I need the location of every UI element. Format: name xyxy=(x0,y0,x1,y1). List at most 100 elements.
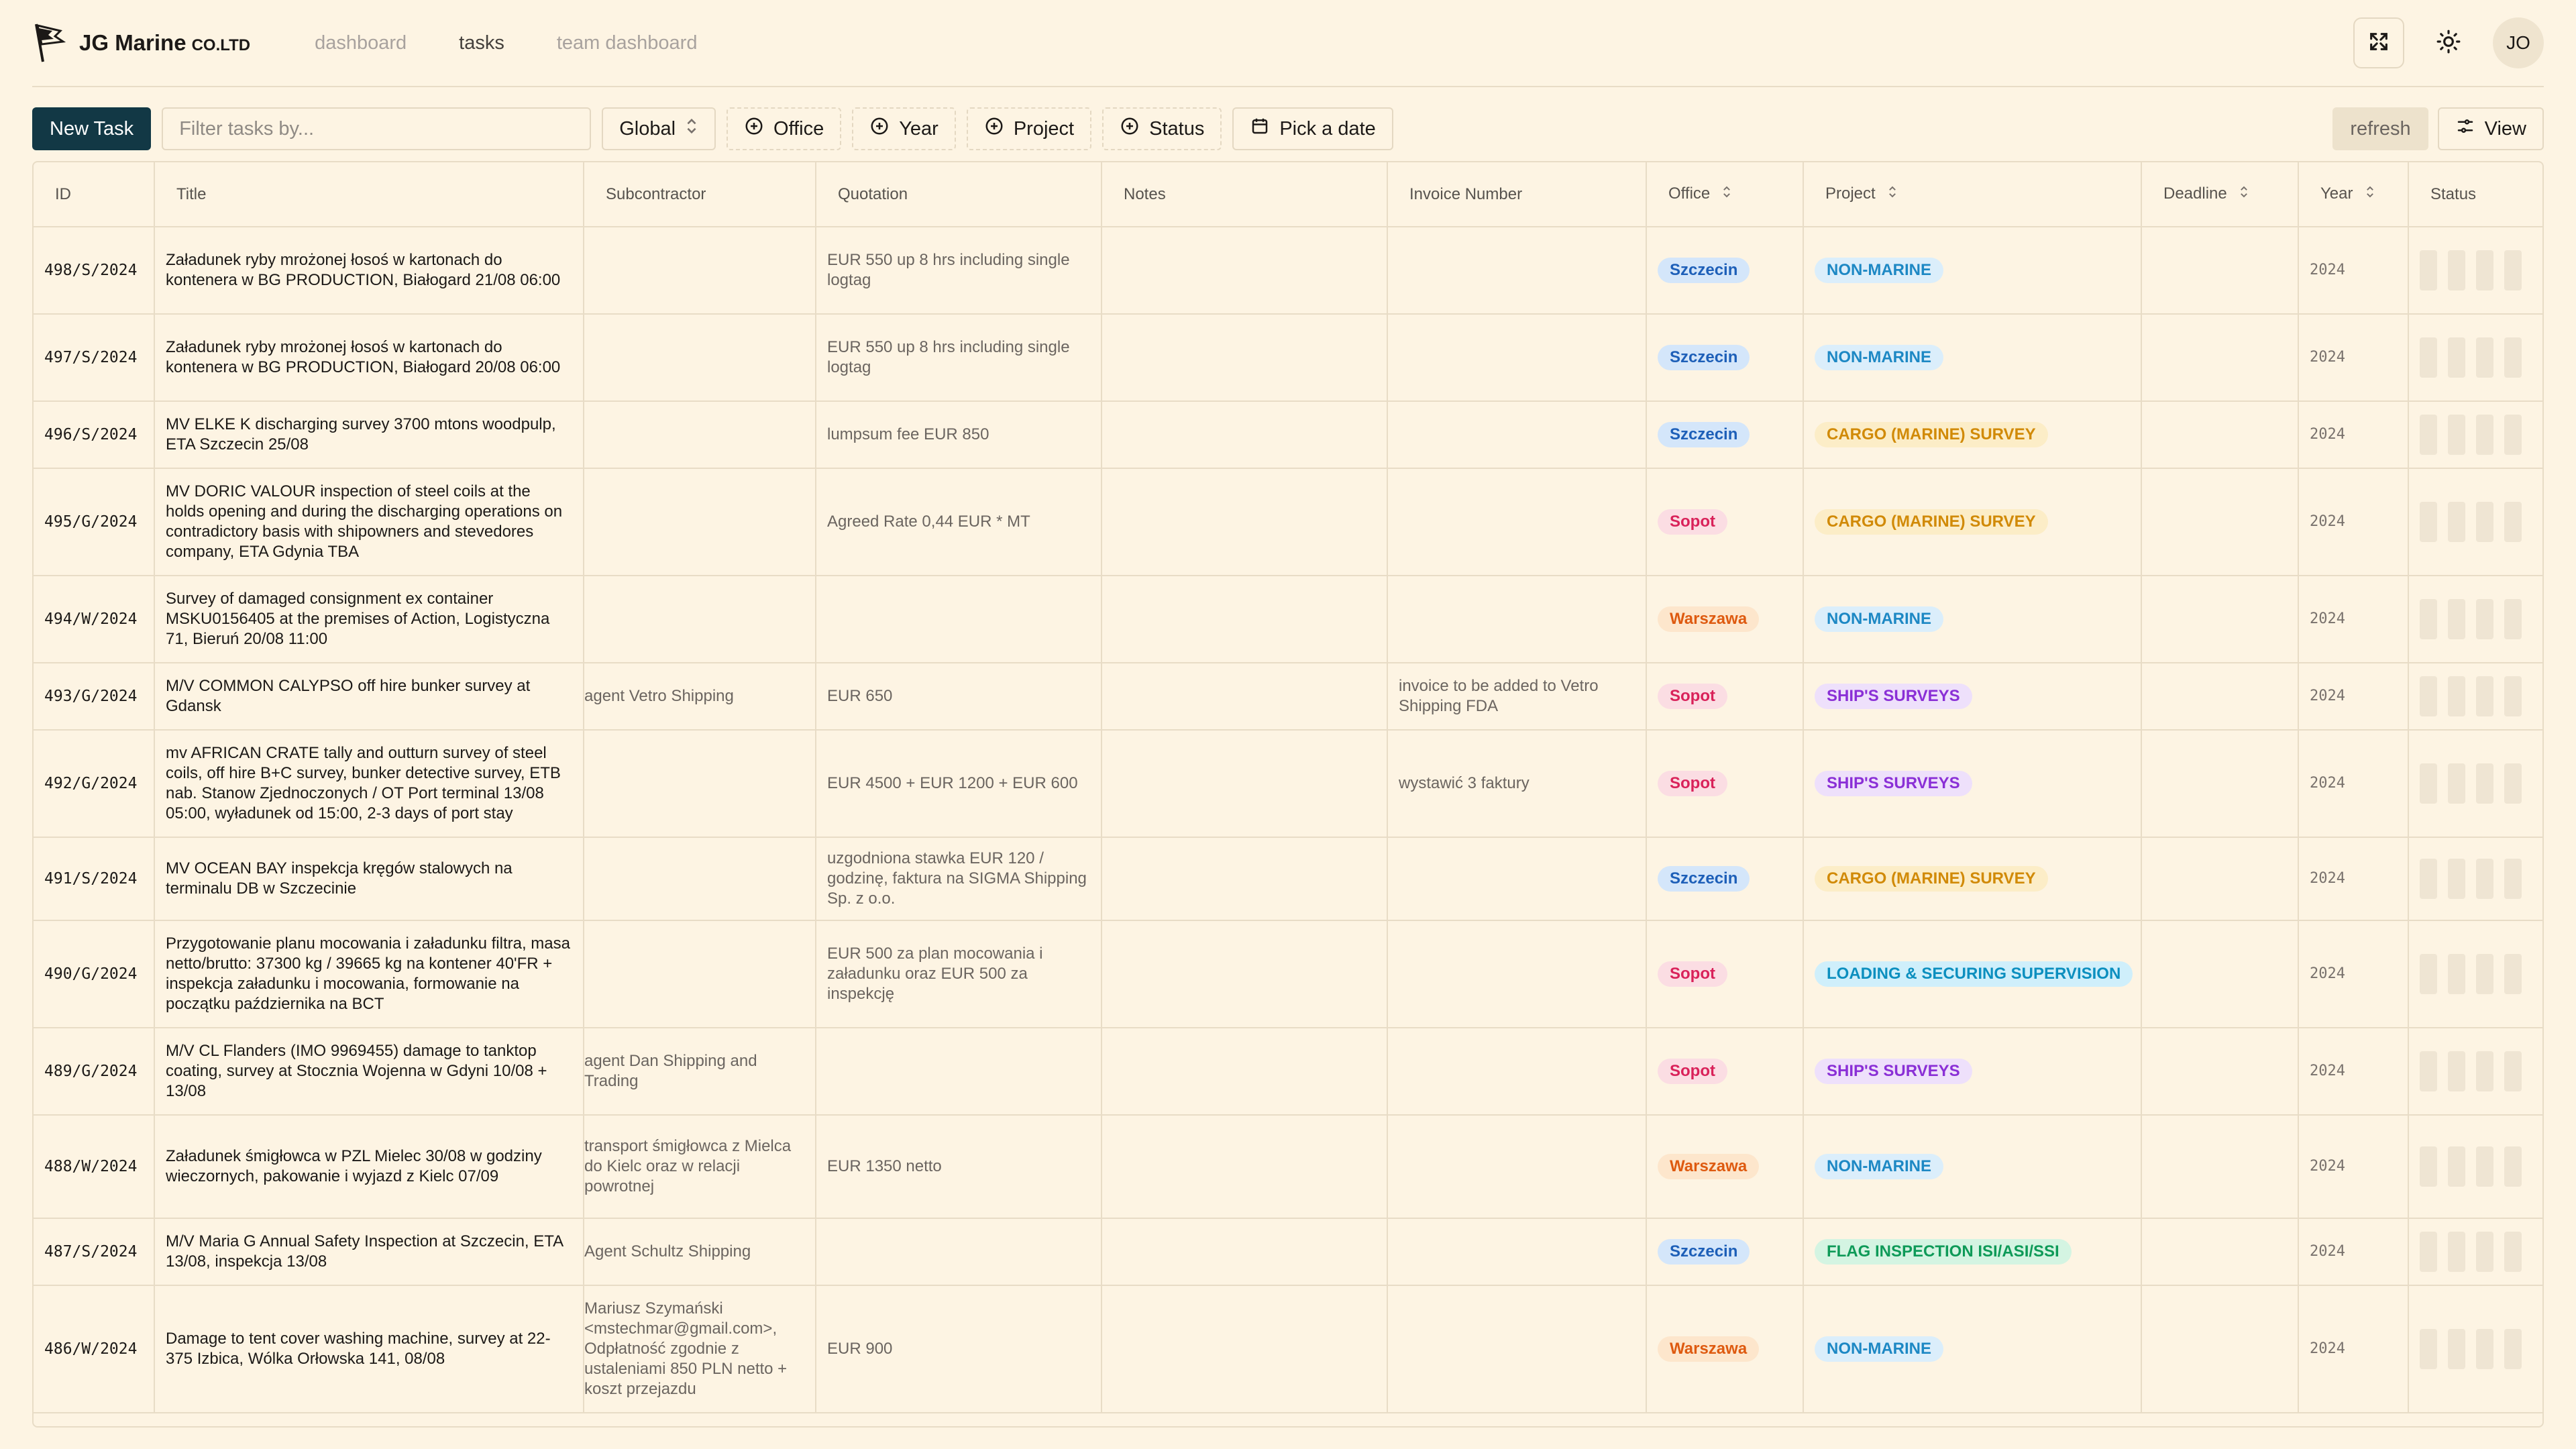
nav-tasks[interactable]: tasks xyxy=(459,32,504,54)
task-project-cell: LOADING & SECURING SUPERVISION xyxy=(1803,920,2142,1028)
task-id: 495/G/2024 xyxy=(34,468,155,576)
view-options-button[interactable]: View xyxy=(2437,107,2544,150)
office-badge: Warszawa xyxy=(1658,1154,1760,1179)
status-placeholder xyxy=(2420,1051,2533,1091)
status-placeholder xyxy=(2420,250,2533,290)
status-placeholder xyxy=(2420,763,2533,804)
task-deadline xyxy=(2141,1115,2299,1219)
task-status-cell xyxy=(2408,576,2542,663)
chevron-up-down-icon xyxy=(685,117,698,140)
table-row[interactable]: 497/S/2024 Załadunek ryby mrożonej łosoś … xyxy=(34,314,2542,402)
year-filter-label: Year xyxy=(899,117,938,140)
new-task-button[interactable]: New Task xyxy=(32,107,152,150)
task-year: 2024 xyxy=(2298,1285,2409,1413)
office-badge: Szczecin xyxy=(1658,345,1750,370)
project-filter-button[interactable]: Project xyxy=(966,107,1092,150)
task-status-cell xyxy=(2408,1028,2542,1116)
col-project[interactable]: Project xyxy=(1803,162,2142,227)
toolbar: New Task Global Office Year Project Stat… xyxy=(32,107,2544,150)
filter-input[interactable] xyxy=(162,107,592,150)
task-subcontractor: Agent Schultz Shipping xyxy=(584,1218,816,1286)
office-badge: Warszawa xyxy=(1658,606,1760,632)
avatar[interactable]: JO xyxy=(2493,17,2544,68)
theme-toggle-button[interactable] xyxy=(2423,17,2474,68)
task-status-cell xyxy=(2408,920,2542,1028)
task-subcontractor xyxy=(584,920,816,1028)
status-skeleton-block xyxy=(2476,415,2493,455)
date-picker-button[interactable]: Pick a date xyxy=(1232,107,1393,150)
task-notes xyxy=(1102,314,1388,402)
office-filter-button[interactable]: Office xyxy=(727,107,842,150)
task-quotation xyxy=(816,1218,1102,1286)
status-placeholder xyxy=(2420,337,2533,378)
task-office-cell: Sopot xyxy=(1646,920,1804,1028)
col-title: Title xyxy=(154,162,584,227)
task-id: 491/S/2024 xyxy=(34,837,155,921)
task-status-cell xyxy=(2408,314,2542,402)
nav-team-dashboard[interactable]: team dashboard xyxy=(557,32,698,54)
task-notes xyxy=(1102,576,1388,663)
table-row[interactable]: 498/S/2024 Załadunek ryby mrożonej łosoś … xyxy=(34,227,2542,315)
task-id: 488/W/2024 xyxy=(34,1115,155,1219)
logo[interactable]: JG Marine CO.LTD xyxy=(32,21,250,64)
year-filter-button[interactable]: Year xyxy=(852,107,956,150)
task-quotation: EUR 550 up 8 hrs including single logtag xyxy=(816,227,1102,315)
table-row[interactable]: 496/S/2024 MV ELKE K discharging survey 3… xyxy=(34,401,2542,469)
task-deadline xyxy=(2141,920,2299,1028)
task-title: Damage to tent cover washing machine, su… xyxy=(154,1285,584,1413)
task-subcontractor: agent Vetro Shipping xyxy=(584,663,816,731)
task-notes xyxy=(1102,730,1388,838)
task-subcontractor xyxy=(584,314,816,402)
date-picker-label: Pick a date xyxy=(1279,117,1376,140)
status-filter-button[interactable]: Status xyxy=(1102,107,1222,150)
task-office-cell: Szczecin xyxy=(1646,1218,1804,1286)
task-status-cell xyxy=(2408,1285,2542,1413)
table-row[interactable]: 486/W/2024 Damage to tent cover washing m… xyxy=(34,1285,2542,1413)
task-id: 497/S/2024 xyxy=(34,314,155,402)
table-row[interactable]: 487/S/2024 M/V Maria G Annual Safety Insp… xyxy=(34,1218,2542,1286)
office-badge: Szczecin xyxy=(1658,258,1750,283)
project-badge: NON-MARINE xyxy=(1815,1336,1943,1362)
status-skeleton-block xyxy=(2476,250,2493,290)
office-badge: Sopot xyxy=(1658,509,1727,535)
col-year[interactable]: Year xyxy=(2298,162,2409,227)
table-row[interactable]: 490/G/2024 Przygotowanie planu mocowania … xyxy=(34,920,2542,1028)
status-skeleton-block xyxy=(2504,859,2522,899)
col-deadline[interactable]: Deadline xyxy=(2141,162,2299,227)
main-nav: dashboard tasks team dashboard xyxy=(315,32,697,54)
table-row[interactable]: 493/G/2024 M/V COMMON CALYPSO off hire bu… xyxy=(34,663,2542,731)
task-year: 2024 xyxy=(2298,401,2409,469)
table-row[interactable]: 494/W/2024 Survey of damaged consignment … xyxy=(34,576,2542,663)
scope-select[interactable]: Global xyxy=(602,107,716,150)
col-status: Status xyxy=(2408,162,2542,227)
project-badge: SHIP'S SURVEYS xyxy=(1815,1059,1972,1084)
task-year: 2024 xyxy=(2298,730,2409,838)
project-badge: NON-MARINE xyxy=(1815,606,1943,632)
task-title: MV DORIC VALOUR inspection of steel coil… xyxy=(154,468,584,576)
table-row[interactable]: 492/G/2024 mv AFRICAN CRATE tally and out… xyxy=(34,730,2542,838)
task-deadline xyxy=(2141,730,2299,838)
task-title: mv AFRICAN CRATE tally and outturn surve… xyxy=(154,730,584,838)
table-row[interactable]: 491/S/2024 MV OCEAN BAY inspekcja kręgów … xyxy=(34,837,2542,921)
table-row[interactable]: 495/G/2024 MV DORIC VALOUR inspection of … xyxy=(34,468,2542,576)
task-office-cell: Sopot xyxy=(1646,1028,1804,1116)
status-skeleton-block xyxy=(2448,1051,2465,1091)
table-row[interactable]: 488/W/2024 Załadunek śmigłowca w PZL Miel… xyxy=(34,1115,2542,1219)
task-title: Survey of damaged consignment ex contain… xyxy=(154,576,584,663)
task-project-cell: CARGO (MARINE) SURVEY xyxy=(1803,468,2142,576)
project-badge: NON-MARINE xyxy=(1815,258,1943,283)
col-office[interactable]: Office xyxy=(1646,162,1804,227)
task-id: 487/S/2024 xyxy=(34,1218,155,1286)
task-year: 2024 xyxy=(2298,1115,2409,1219)
brand-name: JG Marine CO.LTD xyxy=(79,30,251,55)
task-notes xyxy=(1102,920,1388,1028)
task-invoice-number xyxy=(1387,1285,1647,1413)
fullscreen-button[interactable] xyxy=(2353,17,2404,68)
task-id: 494/W/2024 xyxy=(34,576,155,663)
table-row[interactable]: 489/G/2024 M/V CL Flanders (IMO 9969455) … xyxy=(34,1028,2542,1116)
nav-dashboard[interactable]: dashboard xyxy=(315,32,407,54)
task-invoice-number xyxy=(1387,1115,1647,1219)
office-badge: Szczecin xyxy=(1658,422,1750,447)
refresh-button[interactable]: refresh xyxy=(2332,107,2428,150)
office-badge: Sopot xyxy=(1658,684,1727,709)
